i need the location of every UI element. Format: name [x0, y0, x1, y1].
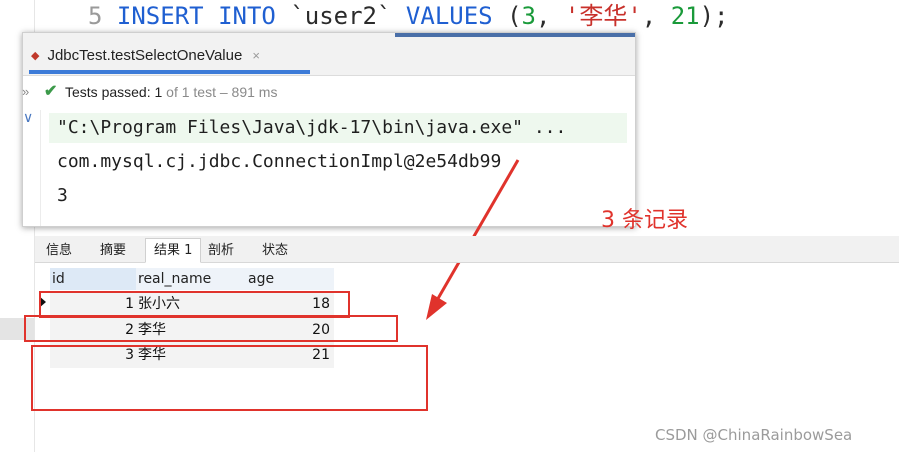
- tab-summary[interactable]: 摘要: [91, 238, 135, 263]
- highlight-box-row-1: [39, 291, 350, 318]
- tab-profile[interactable]: 剖析: [199, 238, 243, 263]
- highlight-box-row-3: [31, 345, 428, 411]
- watermark-text: CSDN @ChinaRainbowSea: [655, 426, 853, 444]
- result-tab-bar: 信息 摘要 结果 1 剖析 状态: [35, 236, 899, 263]
- column-header-real-name[interactable]: real_name: [136, 268, 246, 290]
- column-header-id[interactable]: id: [50, 268, 136, 290]
- column-header-age[interactable]: age: [246, 268, 334, 290]
- tab-result-1[interactable]: 结果 1: [145, 238, 202, 263]
- annotation-label: 3 条记录: [601, 208, 688, 233]
- highlight-box-row-2: [24, 315, 398, 342]
- tab-status[interactable]: 状态: [253, 238, 297, 263]
- tab-info[interactable]: 信息: [37, 238, 81, 263]
